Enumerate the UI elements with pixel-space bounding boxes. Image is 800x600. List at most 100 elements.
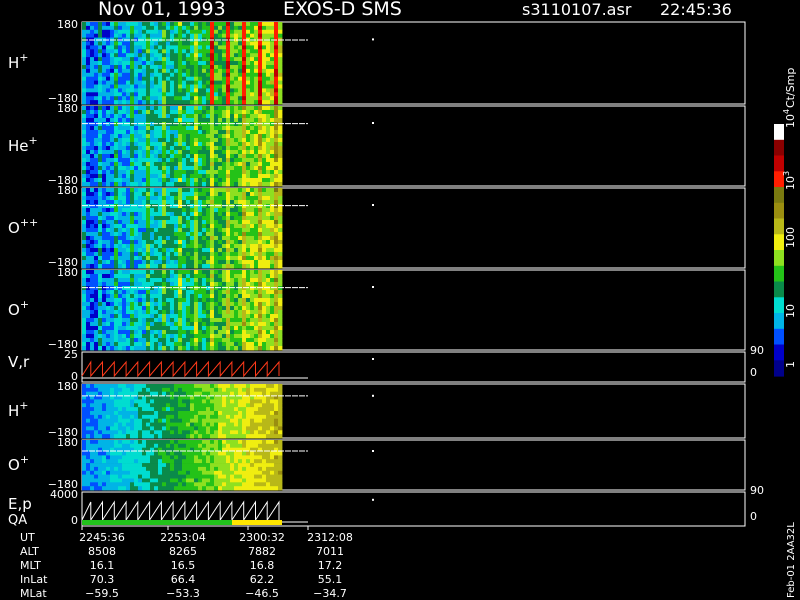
heatmap-cell bbox=[118, 196, 123, 201]
heatmap-cell bbox=[142, 92, 147, 97]
heatmap-cell bbox=[142, 150, 147, 155]
heatmap-cell bbox=[122, 314, 127, 319]
heatmap-cell bbox=[262, 326, 267, 331]
heatmap-cell bbox=[242, 80, 247, 85]
heatmap-cell bbox=[138, 387, 143, 393]
heatmap-cell bbox=[274, 146, 279, 151]
heatmap-cell bbox=[246, 33, 251, 38]
heatmap-cell bbox=[254, 41, 259, 46]
heatmap-cell bbox=[122, 110, 127, 115]
heatmap-cell bbox=[226, 96, 231, 101]
heatmap-cell bbox=[270, 200, 275, 205]
heatmap-cell bbox=[150, 326, 155, 331]
heatmap-cell bbox=[266, 57, 271, 62]
heatmap-cell bbox=[134, 110, 139, 115]
heatmap-cell bbox=[214, 174, 219, 179]
heatmap-cell bbox=[122, 92, 127, 97]
heatmap-cell bbox=[206, 434, 211, 439]
heatmap-cell bbox=[258, 314, 263, 319]
heatmap-cell bbox=[106, 418, 111, 423]
heatmap-cell bbox=[166, 228, 171, 233]
heatmap-cell bbox=[278, 212, 283, 217]
heatmap-cell bbox=[250, 391, 255, 396]
heatmap-cell bbox=[270, 106, 275, 111]
heatmap-cell bbox=[150, 80, 155, 85]
heatmap-cell bbox=[230, 282, 235, 287]
heatmap-cell bbox=[234, 96, 239, 101]
heatmap-cell bbox=[86, 154, 91, 159]
heatmap-cell bbox=[178, 188, 183, 193]
heatmap-cell bbox=[202, 434, 207, 439]
heatmap-cell bbox=[234, 92, 239, 97]
heatmap-cell bbox=[174, 434, 179, 439]
heatmap-cell bbox=[226, 170, 231, 175]
heatmap-cell bbox=[130, 414, 135, 420]
heatmap-cell bbox=[178, 22, 183, 27]
heatmap-cell bbox=[234, 142, 239, 147]
heatmap-cell bbox=[106, 25, 111, 31]
heatmap-cell bbox=[150, 236, 155, 241]
heatmap-cell bbox=[206, 252, 211, 257]
heatmap-cell bbox=[122, 174, 127, 179]
heatmap-cell bbox=[254, 61, 259, 66]
heatmap-cell bbox=[110, 282, 115, 287]
heatmap-cell bbox=[198, 88, 203, 93]
heatmap-cell bbox=[138, 33, 143, 38]
heatmap-cell bbox=[114, 260, 119, 265]
heatmap-cell bbox=[210, 92, 215, 97]
heatmap-cell bbox=[138, 422, 143, 427]
heatmap-cell bbox=[246, 407, 251, 412]
heatmap-cell bbox=[214, 306, 219, 311]
heatmap-cell bbox=[126, 61, 131, 66]
heatmap-cell bbox=[162, 228, 167, 233]
heatmap-cell bbox=[102, 110, 107, 115]
heatmap-cell bbox=[198, 286, 203, 291]
heatmap-cell bbox=[98, 426, 103, 431]
heatmap-cell bbox=[278, 414, 283, 420]
heatmap-cell bbox=[242, 334, 247, 339]
heatmap-cell bbox=[126, 84, 131, 89]
heatmap-cell bbox=[110, 61, 115, 66]
heatmap-cell bbox=[254, 106, 259, 111]
heatmap-cell bbox=[102, 29, 107, 35]
heatmap-cell bbox=[118, 33, 123, 38]
heatmap-cell bbox=[234, 200, 239, 205]
heatmap-cell bbox=[222, 346, 227, 351]
heatmap-cell bbox=[198, 318, 203, 323]
heatmap-cell bbox=[278, 150, 283, 155]
heatmap-cell bbox=[194, 430, 199, 435]
heatmap-cell bbox=[114, 57, 119, 62]
heatmap-cell bbox=[158, 330, 163, 335]
heatmap-cell bbox=[126, 451, 131, 456]
heatmap-cell bbox=[250, 76, 255, 81]
heatmap-cell bbox=[242, 278, 247, 283]
heatmap-cell bbox=[206, 166, 211, 171]
heatmap-cell bbox=[234, 49, 239, 54]
heatmap-cell bbox=[150, 196, 155, 201]
heatmap-cell bbox=[190, 204, 195, 209]
heatmap-cell bbox=[90, 248, 95, 253]
heatmap-cell bbox=[246, 61, 251, 66]
heatmap-cell bbox=[98, 232, 103, 237]
heatmap-cell bbox=[98, 33, 103, 38]
heatmap-cell bbox=[202, 96, 207, 101]
heatmap-cell bbox=[234, 399, 239, 404]
heatmap-cell bbox=[130, 422, 135, 427]
heatmap-cell bbox=[198, 188, 203, 193]
heatmap-cell bbox=[166, 22, 171, 27]
heatmap-cell bbox=[150, 306, 155, 311]
heatmap-cell bbox=[106, 232, 111, 237]
heatmap-cell bbox=[150, 154, 155, 159]
heatmap-cell bbox=[182, 418, 187, 423]
heatmap-cell bbox=[182, 270, 187, 275]
heatmap-cell bbox=[126, 403, 131, 408]
heatmap-cell bbox=[246, 204, 251, 209]
heatmap-cell bbox=[194, 106, 199, 111]
heatmap-cell bbox=[94, 29, 99, 35]
heatmap-cell bbox=[94, 260, 99, 265]
heatmap-cell bbox=[186, 110, 191, 115]
heatmap-cell bbox=[106, 138, 111, 143]
heatmap-cell bbox=[242, 182, 247, 187]
heatmap-cell bbox=[146, 170, 151, 175]
heatmap-cell bbox=[162, 212, 167, 217]
